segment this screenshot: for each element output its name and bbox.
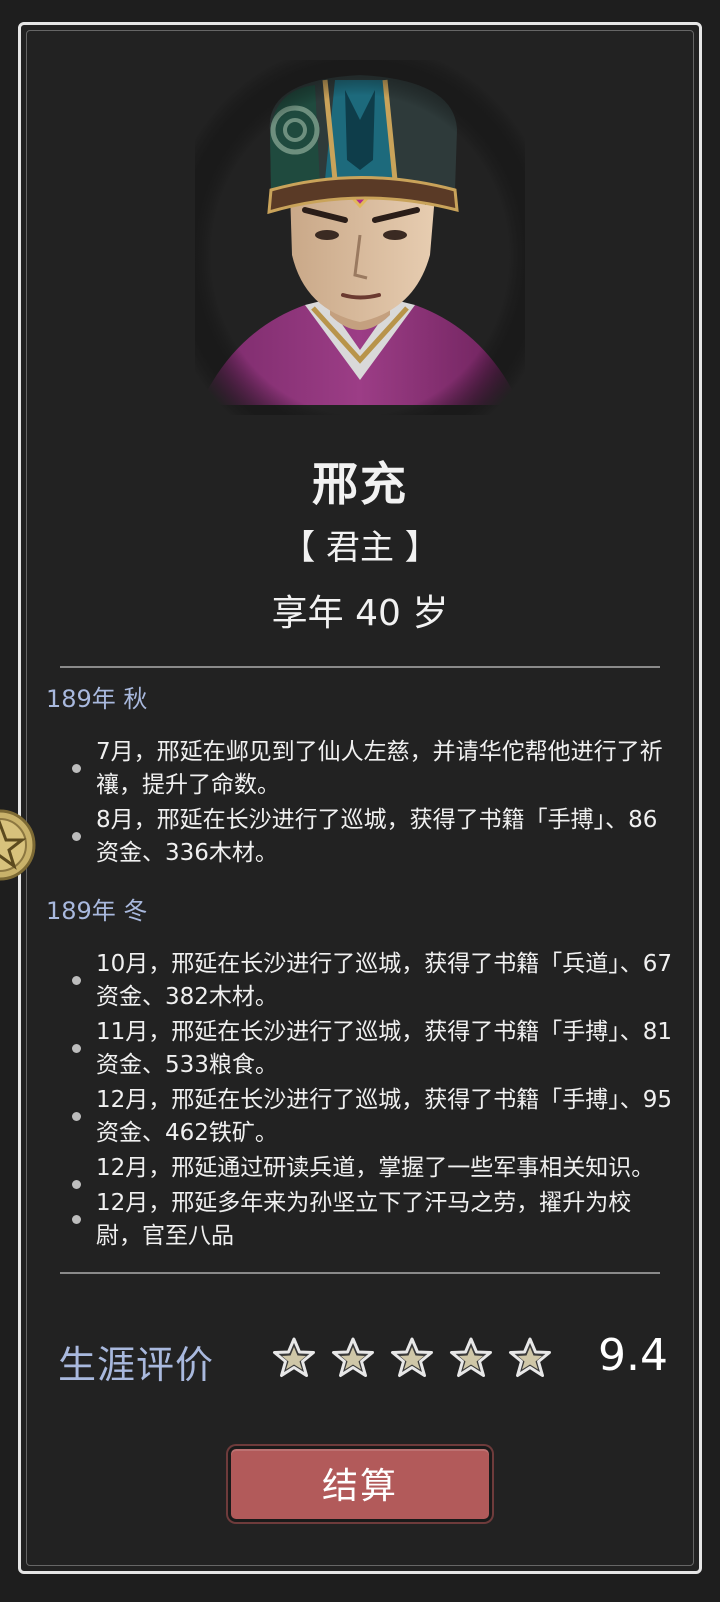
list-item: 12月，邢延通过研读兵道，掌握了一些军事相关知识。 bbox=[46, 1152, 676, 1189]
bullet-icon bbox=[72, 1044, 81, 1053]
pentagram-coin-icon[interactable] bbox=[0, 806, 38, 884]
bullet-icon bbox=[72, 1215, 81, 1224]
rating-stars bbox=[272, 1336, 562, 1384]
bullet-icon bbox=[72, 1112, 81, 1121]
character-age: 享年 40 岁 bbox=[271, 593, 449, 634]
bullet-icon bbox=[72, 976, 81, 985]
star-icon bbox=[391, 1337, 434, 1377]
settle-button[interactable]: 结算 bbox=[228, 1446, 492, 1522]
character-title: 【 君主 】 bbox=[281, 528, 439, 568]
list-item: 12月，邢延多年来为孙坚立下了汗马之劳，擢升为校尉，官至八品 bbox=[46, 1187, 676, 1252]
event-list: 10月，邢延在长沙进行了巡城，获得了书籍「兵道」、67资金、382木材。 11月… bbox=[46, 948, 676, 1252]
event-text: 11月，邢延在长沙进行了巡城，获得了书籍「手搏」、81资金、533粮食。 bbox=[96, 1019, 673, 1078]
list-item: 11月，邢延在长沙进行了巡城，获得了书籍「手搏」、81资金、533粮食。 bbox=[46, 1016, 676, 1082]
career-rating: 生涯评价 9.4 bbox=[58, 1330, 668, 1390]
rating-score: 9.4 bbox=[598, 1330, 668, 1381]
event-text: 12月，邢延通过研读兵道，掌握了一些军事相关知识。 bbox=[96, 1155, 655, 1181]
rating-label: 生涯评价 bbox=[58, 1343, 215, 1387]
season-heading: 189年 秋 bbox=[46, 685, 148, 713]
character-portrait bbox=[195, 60, 525, 415]
list-item: 8月，邢延在长沙进行了巡城，获得了书籍「手搏」、86资金、336木材。 bbox=[46, 804, 676, 870]
star-icon bbox=[509, 1337, 552, 1377]
event-text: 7月，邢延在邺见到了仙人左慈，并请华佗帮他进行了祈禳，提升了命数。 bbox=[96, 739, 663, 798]
event-list: 7月，邢延在邺见到了仙人左慈，并请华佗帮他进行了祈禳，提升了命数。 8月，邢延在… bbox=[46, 736, 676, 870]
list-item: 10月，邢延在长沙进行了巡城，获得了书籍「兵道」、67资金、382木材。 bbox=[46, 948, 676, 1014]
list-item: 7月，邢延在邺见到了仙人左慈，并请华佗帮他进行了祈禳，提升了命数。 bbox=[46, 736, 676, 802]
event-text: 12月，邢延多年来为孙坚立下了汗马之劳，擢升为校尉，官至八品 bbox=[96, 1190, 632, 1249]
character-name: 邢充 bbox=[312, 457, 408, 511]
bullet-icon bbox=[72, 832, 81, 841]
star-icon bbox=[332, 1337, 375, 1377]
list-item: 12月，邢延在长沙进行了巡城，获得了书籍「手搏」、95资金、462铁矿。 bbox=[46, 1084, 676, 1150]
event-log[interactable]: 189年 秋 7月，邢延在邺见到了仙人左慈，并请华佗帮他进行了祈禳，提升了命数。… bbox=[46, 684, 676, 1252]
star-icon bbox=[273, 1337, 315, 1377]
divider-top bbox=[60, 666, 660, 668]
event-text: 8月，邢延在长沙进行了巡城，获得了书籍「手搏」、86资金、336木材。 bbox=[96, 807, 658, 866]
divider-bottom bbox=[60, 1272, 660, 1274]
event-text: 12月，邢延在长沙进行了巡城，获得了书籍「手搏」、95资金、462铁矿。 bbox=[96, 1087, 673, 1146]
star-icon bbox=[450, 1337, 493, 1377]
event-text: 10月，邢延在长沙进行了巡城，获得了书籍「兵道」、67资金、382木材。 bbox=[96, 951, 673, 1010]
bullet-icon bbox=[72, 764, 81, 773]
season-heading: 189年 冬 bbox=[46, 897, 148, 925]
